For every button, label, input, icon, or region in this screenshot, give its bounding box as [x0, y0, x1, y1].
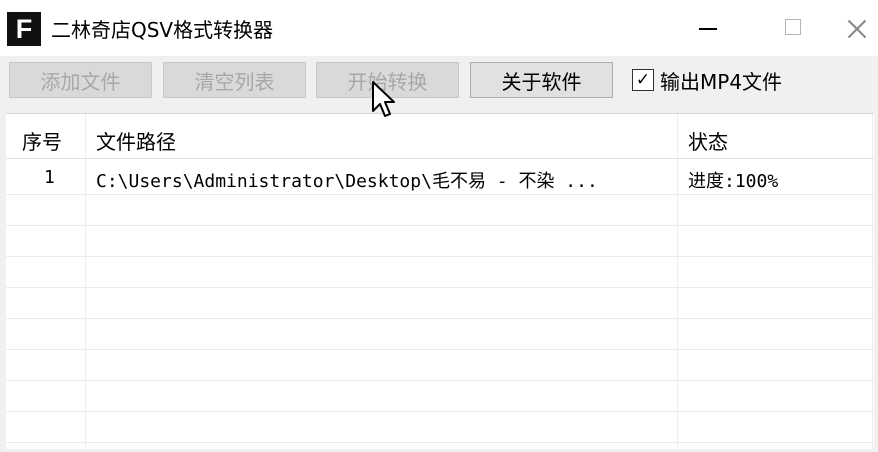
- row-status: 进度:100%: [688, 171, 779, 192]
- header-divider: [6, 158, 874, 159]
- output-mp4-label: 输出MP4文件: [660, 69, 783, 94]
- row-divider: [6, 318, 874, 319]
- column-divider: [872, 114, 873, 449]
- minimize-button[interactable]: [688, 0, 734, 56]
- maximize-button: [772, 0, 818, 56]
- checkmark-icon: ✓: [635, 69, 651, 90]
- row-divider: [6, 411, 874, 412]
- row-divider: [6, 256, 874, 257]
- app-window: F 二林奇店QSV格式转换器 添加文件 清空列表 开始转换 关于软件 ✓ 输出M…: [0, 0, 878, 452]
- row-path: C:\Users\Administrator\Desktop\毛不易 - 不染 …: [96, 171, 598, 192]
- column-divider: [677, 114, 678, 449]
- column-header-status[interactable]: 状态: [688, 126, 728, 155]
- clear-list-button: 清空列表: [163, 62, 306, 98]
- about-button[interactable]: 关于软件: [470, 62, 613, 98]
- output-mp4-option[interactable]: ✓ 输出MP4文件: [632, 64, 782, 96]
- close-button[interactable]: [832, 0, 878, 56]
- row-divider: [6, 287, 874, 288]
- mouse-cursor-icon: [372, 81, 395, 117]
- column-header-index[interactable]: 序号: [22, 126, 62, 155]
- window-title: 二林奇店QSV格式转换器: [51, 18, 274, 42]
- file-list[interactable]: 序号 文件路径 状态 1 C:\Users\Administrator\Desk…: [6, 113, 874, 449]
- row-divider: [6, 349, 874, 350]
- app-icon: F: [7, 12, 41, 46]
- column-divider: [85, 114, 86, 449]
- row-divider: [6, 194, 874, 195]
- row-divider: [6, 225, 874, 226]
- title-bar[interactable]: F 二林奇店QSV格式转换器: [0, 0, 878, 56]
- column-header-path[interactable]: 文件路径: [96, 126, 176, 155]
- row-divider: [6, 442, 874, 443]
- output-mp4-checkbox[interactable]: ✓: [632, 69, 654, 91]
- row-divider: [6, 380, 874, 381]
- add-file-button: 添加文件: [9, 62, 152, 98]
- row-index: 1: [44, 167, 55, 188]
